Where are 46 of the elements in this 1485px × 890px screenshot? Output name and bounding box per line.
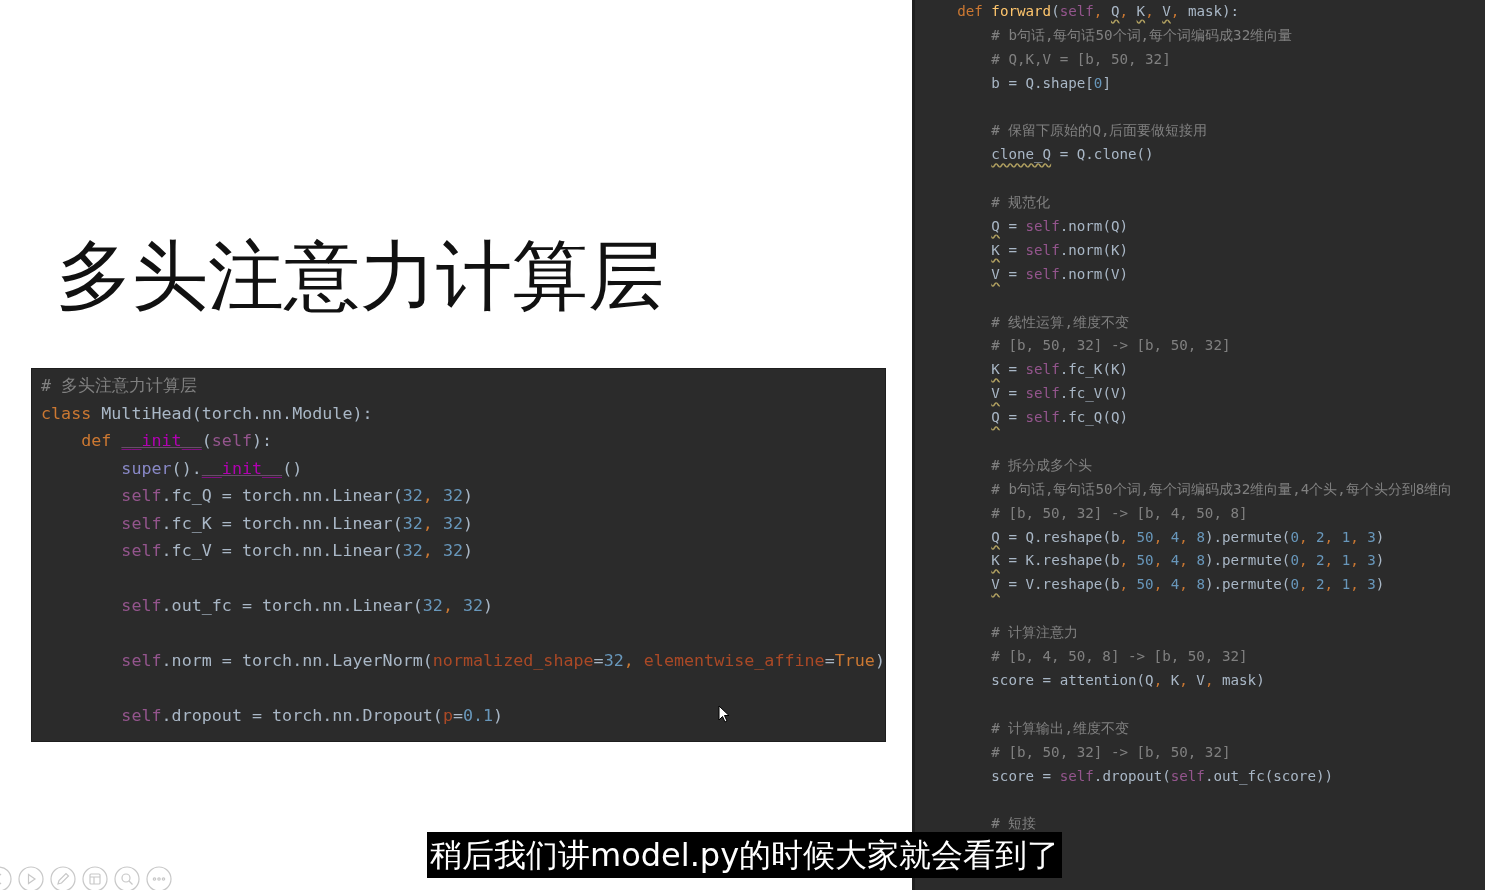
- code-line: # [b, 50, 32] -> [b, 50, 32]: [990, 742, 1231, 762]
- code-line: b = Q.shape[0]: [990, 73, 1111, 93]
- code-line: score = self.dropout(self.out_fc(score)): [990, 766, 1333, 787]
- code-line: self.norm = torch.nn.LayerNorm(normalized_shape=32, elementwise_affine=True): [120, 649, 885, 672]
- code-line: # [b, 4, 50, 8] -> [b, 50, 32]: [990, 647, 1248, 667]
- code-line: K = self.fc_K(K): [990, 360, 1129, 380]
- code-line: # 计算输出,维度不变: [990, 718, 1129, 738]
- code-line: V = self.fc_V(V): [990, 384, 1129, 404]
- code-line: # 拆分成多个头: [990, 455, 1093, 475]
- code-line: # 规范化: [990, 193, 1051, 213]
- code-line: class MultiHead(torch.nn.Module):: [41, 401, 373, 425]
- code-line: # [b, 50, 32] -> [b, 50, 32]: [990, 336, 1231, 356]
- video-subtitle: 稍后我们讲model.py的时候大家就会看到了: [427, 832, 1063, 878]
- code-line: self.out_fc = torch.nn.Linear(32, 32): [120, 594, 494, 617]
- code-line: # 保留下原始的Q,后面要做短接用: [990, 121, 1208, 141]
- code-line: V = V.reshape(b, 50, 4, 8).permute(0, 2, 1, 3): [990, 575, 1385, 595]
- code-line: Q = self.fc_Q(Q): [990, 408, 1129, 428]
- more-icon[interactable]: [146, 866, 172, 890]
- code-line: # 多头注意力计算层: [41, 374, 198, 397]
- code-line: K = self.norm(K): [990, 240, 1129, 260]
- code-line: super().__init__(): [120, 456, 303, 480]
- code-line: # Q,K,V = [b, 50, 32]: [990, 49, 1171, 69]
- code-line: # b句话,每句话50个词,每个词编码成32维向量,4个头,每个头分到8维向: [990, 479, 1453, 499]
- code-line: # 线性运算,维度不变: [990, 312, 1129, 332]
- code-line: self.fc_Q = torch.nn.Linear(32, 32): [120, 484, 473, 507]
- code-line: def __init__(self):: [80, 429, 273, 452]
- code-line: Q = Q.reshape(b, 50, 4, 8).permute(0, 2, 1, 3): [990, 527, 1385, 547]
- play-icon[interactable]: [18, 866, 44, 890]
- code-line: # 短接: [990, 814, 1037, 834]
- pen-icon[interactable]: [50, 866, 76, 890]
- slides-icon[interactable]: [82, 866, 108, 890]
- code-line: # 计算注意力: [990, 623, 1079, 643]
- code-line: clone_Q = Q.clone(): [990, 145, 1154, 165]
- zoom-icon[interactable]: [114, 866, 140, 890]
- code-line: self.dropout = torch.nn.Dropout(p=0.1): [120, 704, 504, 727]
- code-line: V = self.norm(V): [990, 264, 1129, 284]
- code-line: # [b, 50, 32] -> [b, 4, 50, 8]: [990, 503, 1248, 523]
- code-line: Q = self.norm(Q): [990, 217, 1129, 236]
- code-line: K = K.reshape(b, 50, 4, 8).permute(0, 2, 1, 3): [990, 551, 1385, 571]
- code-line: # b句话,每句话50个词,每个词编码成32维向量: [990, 25, 1293, 45]
- mouse-cursor-icon: [718, 705, 730, 723]
- code-line: self.fc_V = torch.nn.Linear(32, 32): [120, 539, 473, 562]
- code-line: score = attention(Q, K, V, mask): [990, 670, 1265, 690]
- code-line: def forward(self, Q, K, V, mask):: [956, 2, 1240, 21]
- code-line: self.fc_K = torch.nn.Linear(32, 32): [120, 511, 473, 535]
- slide-title: 多头注意力计算层: [56, 230, 664, 322]
